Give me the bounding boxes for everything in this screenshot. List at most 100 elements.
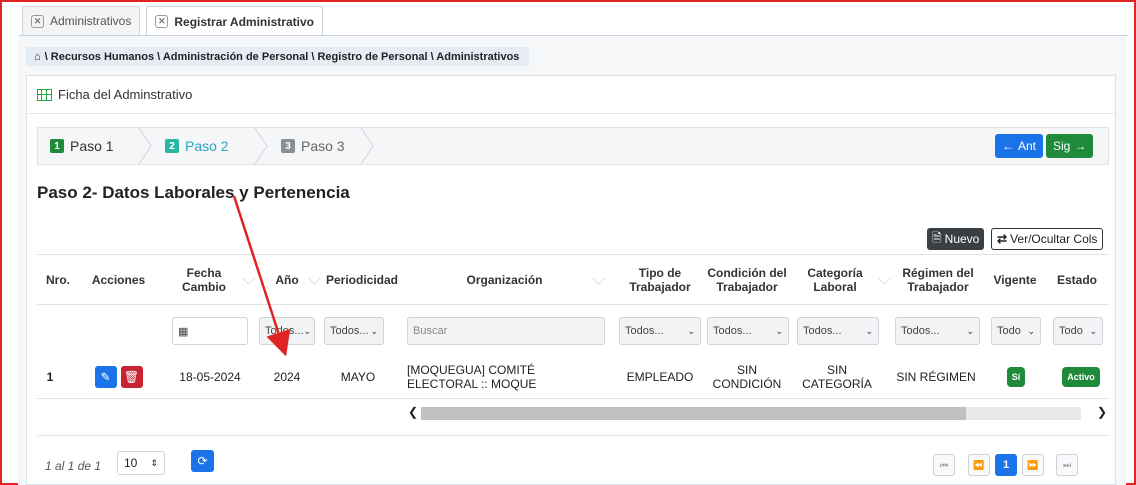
next-button[interactable]: Sig → — [1046, 134, 1094, 158]
chevron-down-icon: ⌄ — [687, 325, 695, 336]
col-organizacion[interactable]: Organización — [407, 255, 602, 305]
first-page-button[interactable]: ⏮ — [933, 454, 955, 476]
tab-label: Registrar Administrativo — [174, 14, 314, 29]
chevron-down-icon: ⌄ — [775, 325, 783, 336]
chevron-down-icon: ⌄ — [1089, 325, 1097, 336]
cell-categoria: SIN CATEGORÍA — [802, 363, 872, 391]
step-number: 2 — [165, 139, 179, 153]
prev-page-button[interactable]: ⏪ — [968, 454, 990, 476]
sort-icon — [242, 272, 255, 285]
col-categoria[interactable]: Categoría Laboral — [793, 255, 877, 305]
cell-acciones: ✎ 🗑 — [81, 355, 156, 399]
prev-label: Ant — [1018, 139, 1037, 153]
delete-button[interactable]: 🗑 — [120, 366, 143, 388]
file-icon: 🗎 — [932, 230, 942, 245]
col-nro: Nro. — [46, 273, 70, 287]
page-size-select[interactable]: 10 ⇕ — [117, 451, 165, 475]
col-estado[interactable]: Estado — [1049, 255, 1105, 305]
tipo-filter-select[interactable]: Todos... ⌄ — [619, 317, 701, 345]
cell-vigente: Sí — [991, 355, 1041, 399]
first-page-icon: ⏮ — [939, 459, 949, 470]
close-icon[interactable]: ✕ — [155, 15, 169, 28]
chevron-down-icon: ⌄ — [865, 325, 873, 336]
estado-filter-value: Todo — [1059, 325, 1083, 337]
col-condicion[interactable]: Condición del Trabajador — [705, 255, 789, 305]
col-tipo[interactable]: Tipo de Trabajador — [619, 255, 701, 305]
next-label: Sig — [1053, 139, 1071, 153]
breadcrumb: ⌂ \ Recursos Humanos \ Administración de… — [26, 47, 530, 66]
anio-filter-select[interactable]: Todos... ⌄ — [259, 317, 315, 345]
home-icon[interactable]: ⌂ — [34, 51, 41, 63]
cell-periodicidad: MAYO — [340, 370, 376, 384]
step-separator-icon — [138, 128, 152, 164]
chevron-down-icon: ⌄ — [303, 325, 312, 336]
regimen-filter-value: Todos... — [901, 325, 940, 337]
card-title: Ficha del Adminstrativo — [58, 87, 193, 102]
tab-label: Administrativos — [50, 14, 132, 28]
cell-nro: 1 — [46, 370, 54, 384]
card-header: Ficha del Adminstrativo — [27, 76, 1115, 114]
horizontal-scrollbar[interactable]: ❮ ❯ — [408, 403, 1108, 421]
vigente-badge: Sí — [1006, 367, 1026, 387]
organizacion-search-input[interactable]: Buscar — [407, 317, 605, 345]
step-label: Paso 1 — [70, 138, 114, 154]
scroll-thumb[interactable] — [421, 407, 966, 420]
next-page-icon: ⏩ — [1027, 459, 1039, 470]
tab-administrativos[interactable]: ✕ Administrativos — [22, 6, 141, 35]
vigente-filter-select[interactable]: Todo ⌄ — [991, 317, 1041, 345]
next-page-button[interactable]: ⏩ — [1022, 454, 1044, 476]
table-icon — [37, 88, 52, 101]
chevron-down-icon: ⌄ — [1027, 325, 1035, 336]
pager-info: 1 al 1 de 1 — [45, 459, 102, 473]
step-number: 3 — [281, 139, 295, 153]
toggle-columns-button[interactable]: ⇄ Ver/Ocultar Cols — [991, 228, 1104, 250]
categoria-filter-select[interactable]: Todos... ⌄ — [797, 317, 879, 345]
tipo-filter-value: Todos... — [625, 325, 664, 337]
cell-tipo: EMPLEADO — [626, 370, 694, 384]
cell-regimen: SIN RÉGIMEN — [896, 370, 976, 384]
admin-card: Ficha del Adminstrativo 1 Paso 1 2 Paso … — [26, 75, 1116, 485]
close-icon[interactable]: ✕ — [31, 14, 44, 28]
scroll-left-icon[interactable]: ❮ — [408, 405, 418, 419]
tab-bar: ✕ Administrativos ✕ Registrar Administra… — [22, 6, 323, 36]
refresh-button[interactable]: ⟳ — [191, 450, 214, 472]
arrow-right-icon: → — [1074, 139, 1087, 153]
scroll-right-icon[interactable]: ❯ — [1097, 405, 1107, 419]
step-separator-icon — [254, 128, 268, 164]
cell-fecha: 18-05-2024 — [179, 370, 241, 384]
step-label: Paso 2 — [185, 138, 229, 154]
step-number: 1 — [50, 139, 64, 153]
cell-condicion: SIN CONDICIÓN — [712, 363, 782, 391]
prev-page-icon: ⏪ — [973, 459, 985, 470]
step-label: Paso 3 — [301, 138, 345, 154]
table-row: 1 ✎ 🗑 18-05-2024 2024 MAYO [MOQUEGUA] CO… — [37, 355, 1109, 399]
sort-icon — [878, 272, 891, 285]
periodicidad-filter-select[interactable]: Todos... ⌄ — [324, 317, 384, 345]
date-filter-input[interactable]: ▦ — [172, 317, 248, 345]
estado-filter-select[interactable]: Todo ⌄ — [1053, 317, 1103, 345]
breadcrumb-path: \ Recursos Humanos \ Administración de P… — [44, 50, 520, 63]
regimen-filter-select[interactable]: Todos... ⌄ — [895, 317, 980, 345]
new-button[interactable]: 🗎 Nuevo — [927, 228, 985, 250]
tab-registrar-administrativo[interactable]: ✕ Registrar Administrativo — [146, 6, 323, 36]
col-regimen[interactable]: Régimen del Trabajador — [893, 255, 983, 305]
prev-button[interactable]: ← Ant — [995, 134, 1044, 158]
col-vigente[interactable]: Vigente — [987, 255, 1043, 305]
last-page-button[interactable]: ⏭ — [1056, 454, 1078, 476]
col-periodicidad[interactable]: Periodicidad — [324, 255, 400, 305]
col-acciones: Acciones — [91, 273, 146, 287]
col-anio[interactable]: Año — [259, 255, 315, 305]
filter-row: ▦ Todos... ⌄ Todos... ⌄ Buscar Todos... ⌄ T… — [37, 306, 1109, 354]
chevron-down-icon: ⌄ — [966, 325, 974, 336]
edit-button[interactable]: ✎ — [94, 366, 117, 388]
col-fecha[interactable]: Fecha Cambio — [172, 255, 236, 305]
anio-filter-value: Todos... — [265, 325, 304, 337]
condicion-filter-select[interactable]: Todos... ⌄ — [707, 317, 789, 345]
step-3[interactable]: 3 Paso 3 — [281, 128, 345, 164]
categoria-filter-value: Todos... — [803, 325, 842, 337]
step-separator-icon — [360, 128, 374, 164]
status-badge: Activo — [1062, 367, 1100, 387]
step-1[interactable]: 1 Paso 1 — [50, 128, 114, 164]
step-2[interactable]: 2 Paso 2 — [165, 128, 229, 164]
page-button-current[interactable]: 1 — [995, 454, 1017, 476]
